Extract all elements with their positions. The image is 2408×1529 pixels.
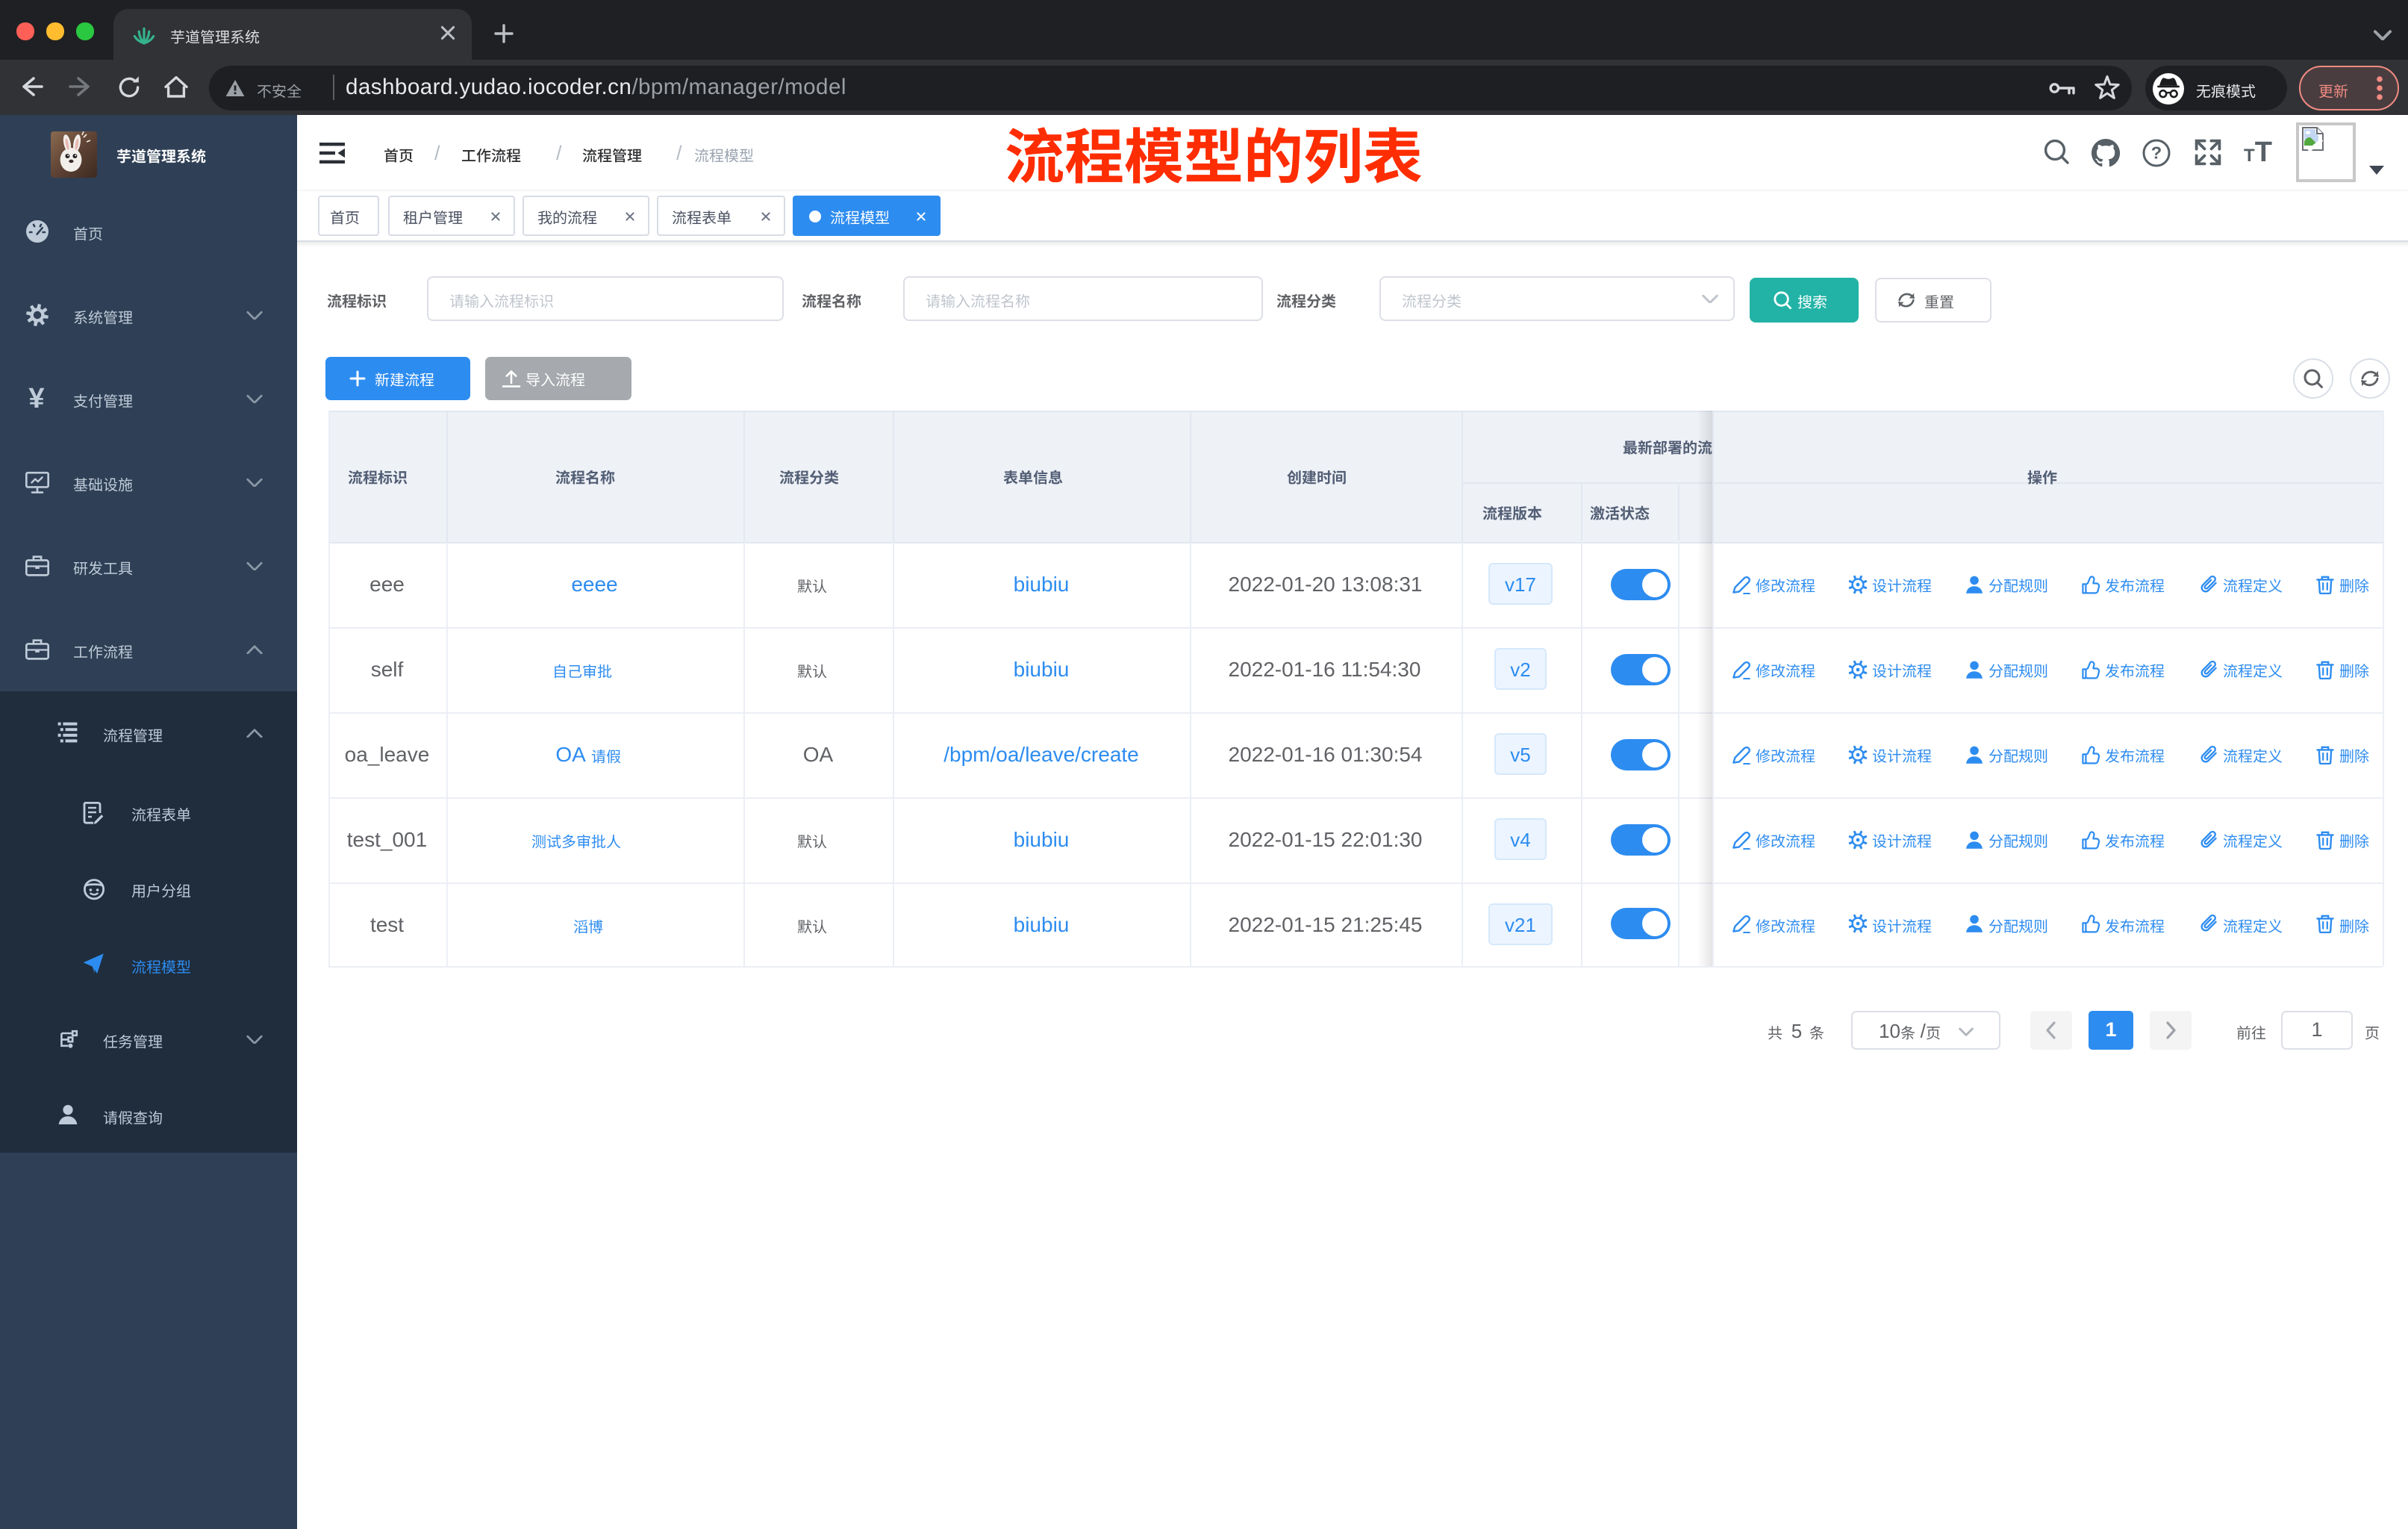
svg-text:?: ? [2151, 143, 2162, 162]
